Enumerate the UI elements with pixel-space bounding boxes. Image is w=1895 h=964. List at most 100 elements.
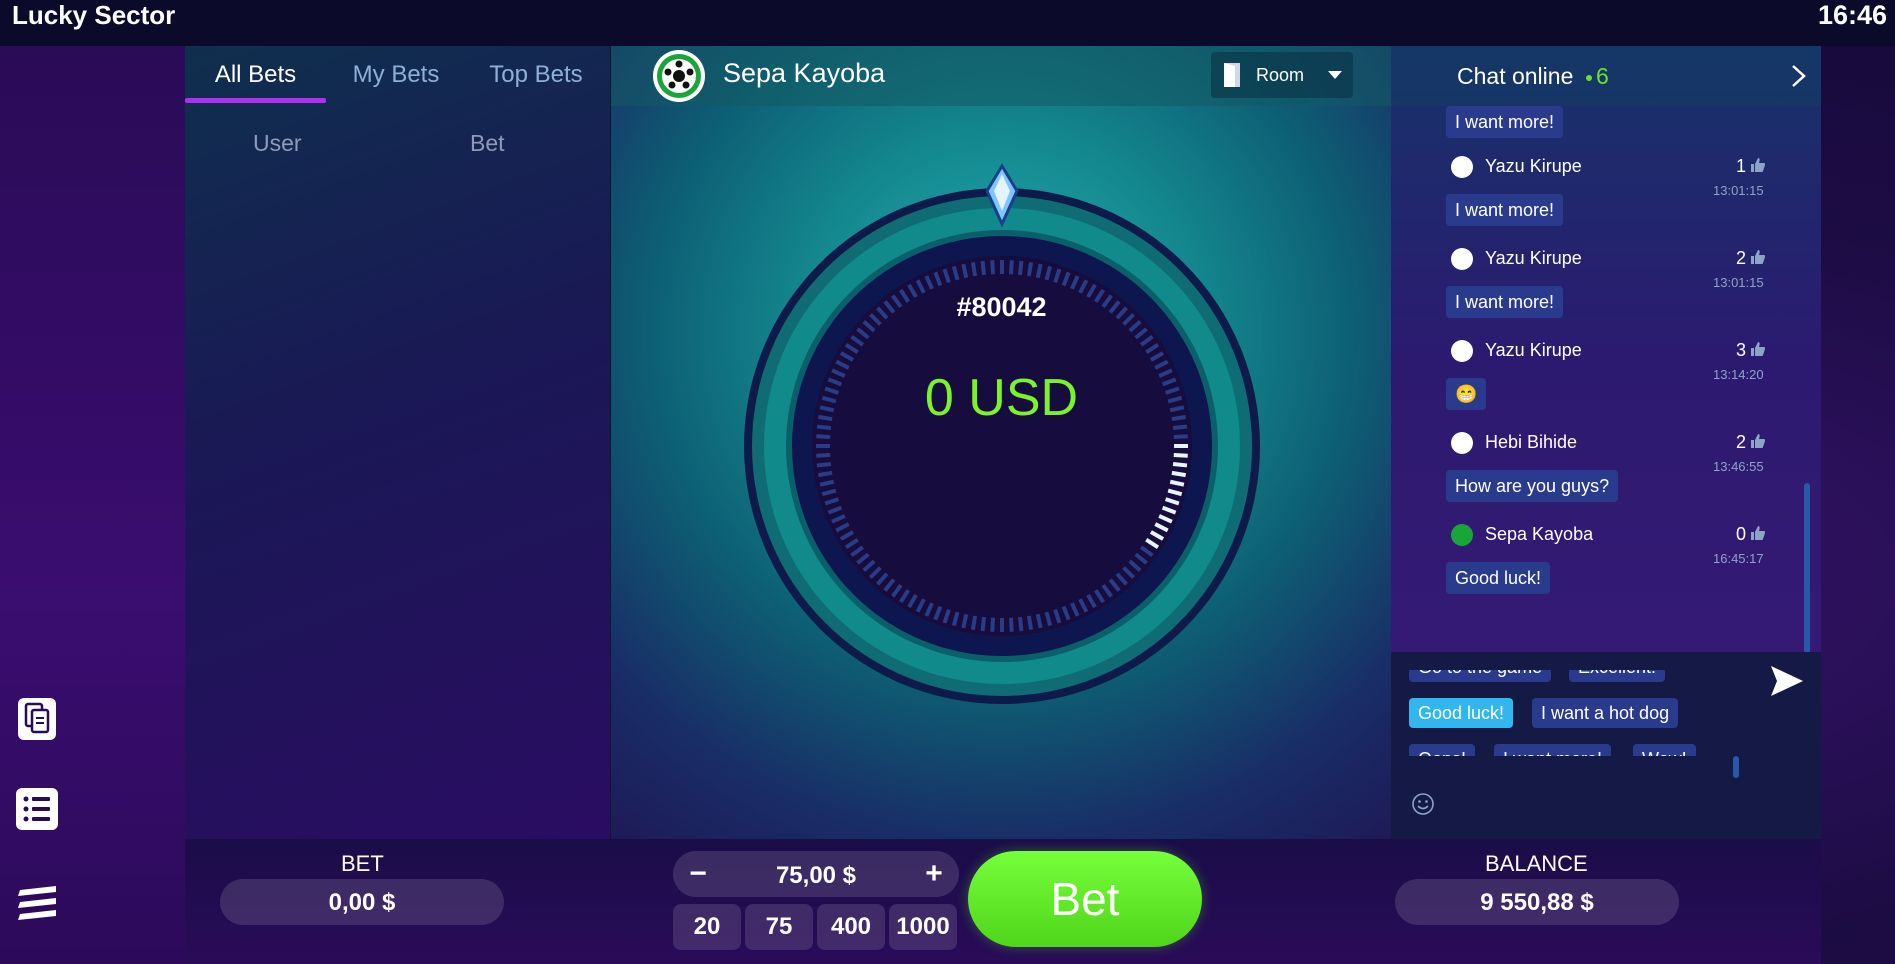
quick-message-button[interactable]: I want a hot dog [1532,698,1679,728]
message-user: Hebi Bihide [1485,432,1578,452]
balance-value: 9 550,88 $ [1480,889,1594,916]
quick-row-top: Go to the game Excellent! [1391,670,1821,682]
wheel-tick [1171,470,1187,478]
chat-message: Yazu Kirupe 2 13:01:15 I want more! [1391,248,1821,340]
preset-button[interactable]: 20 [673,904,741,950]
round-id: #80042 [956,292,1047,322]
app-root: Lucky Sector 16:46 All Bets My Bets Top … [0,0,1895,964]
message-bubble: I want more! [1446,194,1564,226]
message-likes: 2 [1735,248,1746,268]
chat-message: Yazu Kirupe 3 13:14:20 😁 [1391,340,1821,432]
quick-message-button[interactable]: I want more! [1494,744,1612,756]
quick-messages-area: Go to the game Excellent! Good luck! I w… [1391,652,1821,839]
quick-row-main: Good luck! I want a hot dog [1391,698,1821,728]
send-icon[interactable] [1769,664,1805,698]
quick-message-button[interactable]: Excellent! [1569,670,1666,682]
quick-message-button[interactable]: Oops! [1409,744,1476,756]
menu-icon[interactable] [14,876,60,922]
preset-button[interactable]: 400 [817,904,885,950]
win-amount: 0 USD [924,369,1079,427]
preset-button[interactable]: 75 [745,904,813,950]
clock: 16:46 [1817,0,1887,30]
thumbs-up-icon[interactable] [1749,156,1767,174]
wheel-tick [1026,615,1034,631]
tab-top-bets[interactable]: Top Bets [466,46,606,104]
plus-button[interactable]: + [919,859,949,889]
bet-value-box: 0,00 $ [220,879,504,925]
wheel-tick [819,479,835,487]
wheel-tick [1172,461,1188,468]
quick-message-button[interactable]: Go to the game [1409,670,1552,682]
message-time: 13:01:15 [1713,275,1764,290]
chat-message: I want more! [1391,68,1821,160]
wheel-tick [816,453,831,458]
player-name: Sepa Kayoba [723,58,886,88]
avatar [1451,156,1473,178]
bottom-bar: BET 0,00 $ − 75,00 $ + 20 75 400 1000 Be… [185,839,1821,964]
thumbs-up-icon[interactable] [1749,432,1767,450]
chat-message: Sepa Kayoba 0 16:45:17 Good luck! [1391,524,1821,616]
wheel-tick [990,617,995,632]
wheel-tick [1009,617,1014,632]
preset-button[interactable]: 1000 [889,904,957,950]
column-bet: Bet [470,130,505,156]
wheel-tick [1017,616,1024,632]
message-likes: 2 [1735,432,1746,452]
chat-panel: Chat online 6 I want more! Yazu Kirupe 1… [1391,46,1821,839]
player-avatar [653,50,705,102]
quick-row-bottom: Oops! I want more! Wow! [1391,744,1821,756]
thumbs-up-icon[interactable] [1749,524,1767,542]
room-label: Room [1256,65,1305,85]
wheel-tick [1169,479,1185,487]
message-time: 13:46:55 [1713,459,1764,474]
chat-message: Yazu Kirupe 1 13:01:15 I want more! [1391,156,1821,248]
message-bubble: 😁 [1446,378,1487,410]
stake-value[interactable]: 75,00 $ [673,862,959,890]
tab-my-bets[interactable]: My Bets [326,46,466,104]
bet-value: 0,00 $ [328,889,396,916]
bet-button[interactable]: Bet [968,851,1202,947]
wheel-tick [980,616,987,632]
message-time: 16:45:17 [1713,551,1764,566]
chevron-down-icon [1328,71,1342,79]
wheel-tick [1017,260,1024,276]
thumbs-up-icon[interactable] [1749,340,1767,358]
bets-tabs: All Bets My Bets Top Bets [185,46,610,106]
quick-scrollbar[interactable] [1733,756,1739,778]
wheel-tick [817,470,833,478]
wheel-tick [1026,261,1034,277]
message-user: Sepa Kayoba [1485,524,1594,544]
status-bar: Lucky Sector 16:46 [0,0,1895,46]
message-likes: 1 [1735,156,1746,176]
message-bubble: I want more! [1446,106,1564,138]
chat-scrollbar[interactable] [1804,483,1810,653]
message-bubble: Good luck! [1446,562,1551,594]
stake-stepper: − 75,00 $ + [673,851,959,897]
quick-message-button[interactable]: Good luck! [1409,698,1514,728]
avatar [1451,432,1473,454]
message-bubble: I want more! [1446,286,1564,318]
wheel-tick [970,261,978,277]
balance-label: BALANCE [1485,851,1588,876]
thumbs-up-icon[interactable] [1749,248,1767,266]
avatar [1451,524,1473,546]
tab-all-bets[interactable]: All Bets [185,46,326,104]
app-title: Lucky Sector [12,0,176,30]
game-header: Sepa Kayoba Room [611,46,1392,106]
door-icon [1224,63,1240,87]
wheel-tick [990,260,995,275]
quick-message-button[interactable]: Wow! [1633,744,1696,756]
room-selector[interactable]: Room [1211,52,1353,98]
wheel-tick [1035,613,1043,629]
avatar [1451,248,1473,270]
wheel-tick [970,615,978,631]
wheel-tick [1173,434,1188,439]
wheel-tick [1035,263,1043,279]
wheel-tick [961,613,969,629]
copy-icon[interactable] [14,696,60,742]
message-time: 13:01:15 [1713,183,1764,198]
emoji-icon[interactable] [1411,792,1435,816]
wheel-tick [980,260,987,276]
active-tab-indicator [185,98,326,103]
list-icon[interactable] [14,786,60,832]
